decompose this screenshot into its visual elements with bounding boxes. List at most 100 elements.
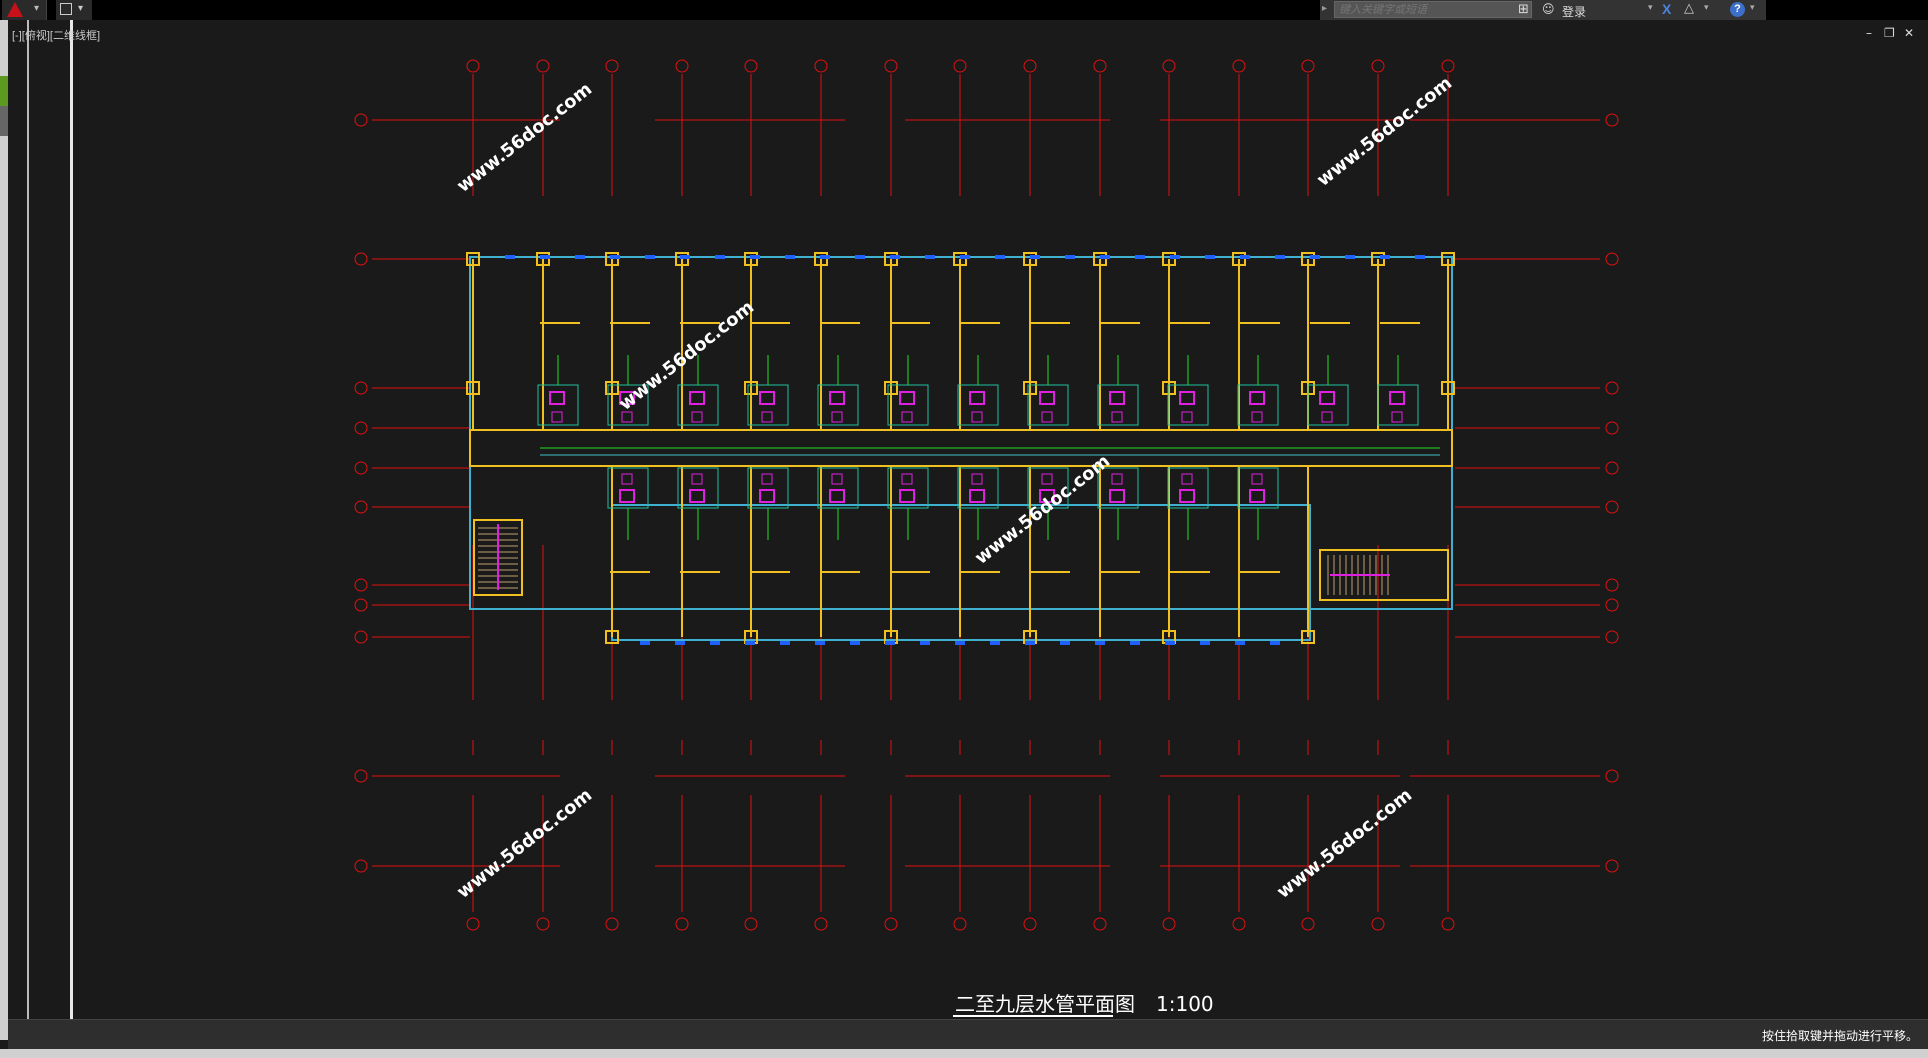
fixture xyxy=(1041,411,1053,423)
fixture xyxy=(689,489,705,503)
axis-bubble xyxy=(354,630,368,644)
axis-bubble xyxy=(354,598,368,612)
fixture xyxy=(1181,473,1193,485)
fixture xyxy=(1041,473,1053,485)
minimize-button[interactable]: – xyxy=(1866,26,1872,40)
axis-bubble xyxy=(1162,59,1176,73)
fixture xyxy=(1251,411,1263,423)
axis-grid xyxy=(354,59,1619,931)
fixture xyxy=(619,489,635,503)
chevron-down-icon[interactable]: ▾ xyxy=(1704,3,1709,13)
chevron-down-icon[interactable]: ▾ xyxy=(1648,3,1653,13)
axis-bubble xyxy=(1605,421,1619,435)
save-icon xyxy=(60,3,72,15)
close-button[interactable]: ✕ xyxy=(1904,26,1914,40)
expand-arrow-icon[interactable]: ▸ xyxy=(1322,3,1327,14)
watermarks: www.56doc.com www.56doc.comwww.56doc.comw… xyxy=(453,73,1456,903)
window xyxy=(1100,255,1110,259)
window xyxy=(925,255,935,259)
fixture xyxy=(761,473,773,485)
window xyxy=(1065,255,1075,259)
window xyxy=(920,641,930,645)
axis-bubble xyxy=(675,59,689,73)
application-menu-button[interactable]: ▾ xyxy=(2,0,47,20)
command-line[interactable]: 按住拾取键并拖动进行平移。 xyxy=(8,1019,1928,1050)
window xyxy=(1380,255,1390,259)
axis-bubble xyxy=(354,113,368,127)
axis-bubble xyxy=(1301,59,1315,73)
fixture xyxy=(1249,391,1265,405)
axis-bubble xyxy=(1605,630,1619,644)
axis-bubble xyxy=(744,917,758,931)
fixture xyxy=(621,473,633,485)
help-button[interactable]: ? xyxy=(1730,2,1745,17)
window xyxy=(885,641,895,645)
viewport-controls[interactable]: [-][俯视][二维线框] xyxy=(12,27,100,43)
axis-bubble xyxy=(354,859,368,873)
search-input[interactable] xyxy=(1334,1,1532,18)
a360-icon[interactable]: △ xyxy=(1684,1,1694,16)
window xyxy=(990,641,1000,645)
axis-bubble xyxy=(1301,917,1315,931)
fixture xyxy=(761,411,773,423)
fixture xyxy=(901,411,913,423)
panel-tab-green[interactable] xyxy=(0,76,8,106)
window xyxy=(610,255,620,259)
vertical-guide-line xyxy=(27,20,29,1020)
fixture xyxy=(1249,489,1265,503)
fixture xyxy=(971,473,983,485)
axis-bubble xyxy=(1441,59,1455,73)
command-prompt-text: 按住拾取键并拖动进行平移。 xyxy=(1761,1029,1918,1043)
axis-bubble xyxy=(953,917,967,931)
axis-bubble xyxy=(605,59,619,73)
fixture xyxy=(689,391,705,405)
quick-access-save-button[interactable]: ▾ xyxy=(56,0,92,20)
fixture xyxy=(969,489,985,503)
window xyxy=(750,255,760,259)
fixture xyxy=(1389,391,1405,405)
window xyxy=(1240,255,1250,259)
restore-button[interactable]: ❐ xyxy=(1884,26,1895,40)
axis-bubble xyxy=(1605,113,1619,127)
fixture xyxy=(1109,391,1125,405)
window xyxy=(505,255,515,259)
axis-bubble xyxy=(354,381,368,395)
drawing-canvas[interactable]: www.56doc.com www.56doc.comwww.56doc.comw… xyxy=(0,0,1928,1058)
binoculars-icon[interactable]: ⊞ xyxy=(1518,2,1529,17)
chevron-down-icon[interactable]: ▾ xyxy=(1750,3,1755,13)
fixture xyxy=(1111,473,1123,485)
exchange-apps-icon[interactable]: X xyxy=(1662,1,1671,17)
window xyxy=(1270,641,1280,645)
window xyxy=(850,641,860,645)
fixture xyxy=(1181,411,1193,423)
panel-tab-dark[interactable] xyxy=(0,106,8,136)
axis-bubble xyxy=(884,59,898,73)
axis-bubble xyxy=(1605,598,1619,612)
window xyxy=(675,641,685,645)
axis-bubble xyxy=(354,578,368,592)
window xyxy=(1345,255,1355,259)
watermark-text: www.56doc.com xyxy=(453,79,596,197)
axis-bubble xyxy=(1605,252,1619,266)
window xyxy=(640,641,650,645)
login-button[interactable]: 登录 xyxy=(1562,3,1586,20)
axis-bubble xyxy=(1605,461,1619,475)
fixture xyxy=(551,411,563,423)
window xyxy=(815,641,825,645)
chevron-down-icon: ▾ xyxy=(34,3,40,14)
fixture xyxy=(1321,411,1333,423)
drawing-scale: 1:100 xyxy=(1156,992,1214,1016)
window xyxy=(1025,641,1035,645)
axis-bubble xyxy=(1093,917,1107,931)
fixture xyxy=(899,391,915,405)
window xyxy=(855,255,865,259)
fixture xyxy=(549,391,565,405)
axis-bubble xyxy=(1605,578,1619,592)
axis-bubble xyxy=(953,59,967,73)
axis-bubble xyxy=(354,500,368,514)
fixture xyxy=(1039,391,1055,405)
left-panel-edge xyxy=(0,20,8,1040)
title-bar: ▾ ▾ ▸ ⊞ ☺ 登录 ▾ X △ ▾ ? ▾ xyxy=(0,0,1928,20)
fixture xyxy=(1179,391,1195,405)
window xyxy=(645,255,655,259)
